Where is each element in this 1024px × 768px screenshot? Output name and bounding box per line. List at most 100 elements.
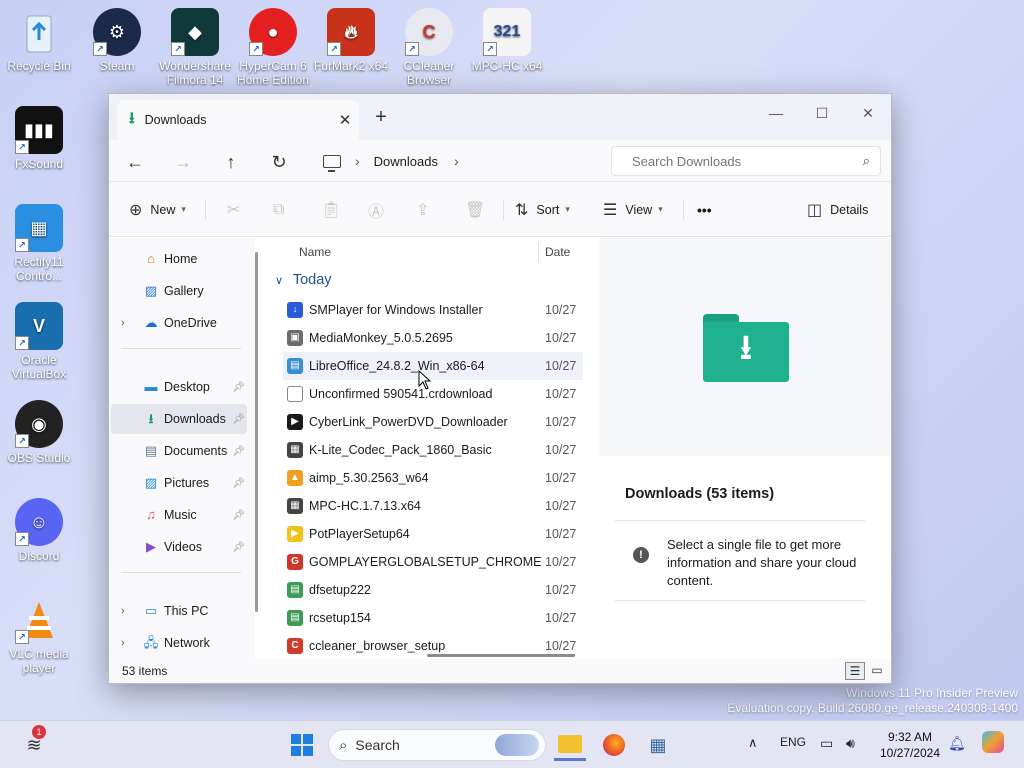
desktop-icon-obs[interactable]: ◉ ↗ OBS Studio [0,400,78,465]
breadcrumb-downloads[interactable]: Downloads [374,154,438,169]
file-row[interactable]: ▣ MediaMonkey_5.0.5.2695 10/27 [283,324,583,352]
desktop-icon-recycle-bin[interactable]: Recycle Bin [0,8,78,73]
tab-close-button[interactable]: ✕ [331,111,359,129]
nav-item-home[interactable]: ⌂ Home [111,244,247,274]
paste-button[interactable]: 📋︎ [321,182,341,237]
nav-scrollbar[interactable] [255,252,258,612]
chevron-right-icon[interactable]: › [121,605,125,617]
column-divider[interactable] [538,242,539,262]
close-button[interactable]: ✕ [845,98,891,128]
desktop-icon-furmark[interactable]: 🔥︎ ↗ FurMark2 x64 [312,8,390,73]
nav-item-documents[interactable]: ▤ Documents 📌︎ [111,436,247,466]
desktop-icon-vlc[interactable]: ↗ VLC media player [0,596,78,675]
horizontal-scrollbar[interactable] [427,654,575,657]
file-row[interactable]: ▦ K-Lite_Codec_Pack_1860_Basic 10/27 [283,436,583,464]
start-button[interactable] [286,729,318,761]
nav-item-desktop[interactable]: ▬ Desktop 📌︎ [111,372,247,402]
file-row[interactable]: ▶ CyberLink_PowerDVD_Downloader 10/27 [283,408,583,436]
column-name[interactable]: Name [299,245,331,259]
pin-icon: 📌︎ [232,381,245,393]
up-button[interactable]: ↑ [217,149,245,175]
desktop-icon-discord[interactable]: ☺ ↗ Discord [0,498,78,563]
file-row[interactable]: G GOMPLAYERGLOBALSETUP_CHROME 10/27 [283,548,583,576]
breadcrumb[interactable]: › Downloads › [313,146,603,176]
discord-icon: ☺ ↗ [15,498,63,546]
divider [121,572,241,573]
desktop-icon-virtualbox[interactable]: V ↗ Oracle VirtualBox [0,302,78,381]
desktop-icon-label: Rectify11 Contro... [14,255,64,283]
taskbar-search[interactable]: ⌕ Search [328,729,546,761]
search-box[interactable]: ⌕ [611,146,881,176]
clock[interactable]: 9:32 AM 10/27/2024 [876,729,944,761]
nav-item-downloads[interactable]: ⭳ Downloads 📌︎ [111,404,247,434]
file-row[interactable]: ▦ MPC-HC.1.7.13.x64 10/27 [283,492,583,520]
details-pane-button[interactable]: ◫ Details [807,182,868,237]
file-row[interactable]: ↓ SMPlayer for Windows Installer 10/27 [283,296,583,324]
nav-item-pictures[interactable]: ▨ Pictures 📌︎ [111,468,247,498]
nav-item-this-pc[interactable]: › ▭ This PC [111,596,247,626]
show-hidden-icons-button[interactable]: ∧ [748,735,758,751]
info-icon: ! [633,547,649,563]
column-date[interactable]: Date [545,245,570,259]
details-title: Downloads (53 items) [625,486,775,502]
file-row[interactable]: ▤ rcsetup154 10/27 [283,604,583,632]
nav-item-videos[interactable]: ▶ Videos 📌︎ [111,532,247,562]
steam-icon: ⚙ ↗ [93,8,141,56]
file-row[interactable]: Unconfirmed 590541.crdownload 10/27 [283,380,583,408]
volume-icon[interactable]: 🔊︎ [846,735,855,752]
desktop-icon-mpc-hc[interactable]: 321 ↗ MPC-HC x64 [468,8,546,73]
chevron-right-icon[interactable]: › [121,317,125,329]
taskbar-firefox[interactable] [598,729,630,761]
details-view-button[interactable]: ☰ [845,662,865,680]
forward-button[interactable]: → [169,149,197,175]
nav-item-onedrive[interactable]: › ☁ OneDrive [111,308,247,338]
cut-button[interactable]: ✂ [227,182,240,237]
file-row[interactable]: ▤ dfsetup222 10/27 [283,576,583,604]
explorer-body: ⌂ Home ▨ Gallery › ☁ OneDrive ▬ Desktop … [109,238,891,683]
new-button[interactable]: ⊕ New ▾ [129,182,186,237]
desktop-icon-fxsound[interactable]: ▮▮▮ ↗ FxSound [0,106,78,171]
tab-downloads[interactable]: ⭳ Downloads ✕ [117,100,359,140]
desktop-icon-hypercam[interactable]: ● ↗ HyperCam 6 Home Edition [234,8,312,87]
taskbar-file-explorer[interactable] [554,729,586,761]
file-name: LibreOffice_24.8.2_Win_x86-64 [309,359,485,373]
desktop-icon-ccleaner-browser[interactable]: C ↗ CCleaner Browser [390,8,468,87]
language-indicator[interactable]: ENG [780,735,806,749]
rename-button[interactable]: Ⓐ [368,182,384,237]
minimize-button[interactable]: — [753,98,799,128]
desktop-icon-filmora[interactable]: ◆ ↗ Wondershare Filmora 14 [156,8,234,87]
copilot-icon[interactable] [982,731,1004,753]
file-name: rcsetup154 [309,611,371,625]
chevron-right-icon[interactable]: › [121,637,125,649]
file-row[interactable]: ▲ aimp_5.30.2563_w64 10/27 [283,464,583,492]
file-row[interactable]: ▶ PotPlayerSetup64 10/27 [283,520,583,548]
nav-item-network[interactable]: › 🖧 Network [111,628,247,658]
back-button[interactable]: ← [121,149,149,175]
file-explorer-window: ⭳ Downloads ✕ + — ☐ ✕ ← → ↑ ↻ › Download… [108,93,892,684]
refresh-button[interactable]: ↻ [265,149,293,175]
desktop-icon-steam[interactable]: ⚙ ↗ Steam [78,8,156,73]
taskbar-app[interactable]: ▦ [642,729,674,761]
tiles-view-button[interactable]: ▭ [867,662,887,680]
file-row[interactable]: ▤ LibreOffice_24.8.2_Win_x86-64 10/27 [283,352,583,380]
share-button[interactable]: ⇪ [416,182,429,237]
notification-bell-icon[interactable]: 🔔︎ [948,735,966,752]
more-options-button[interactable]: ••• [697,182,712,237]
new-tab-button[interactable]: + [371,107,391,127]
network-icon[interactable]: ▭ [820,735,833,752]
widgets-button[interactable]: ≋ 1 [18,725,50,761]
copy-button[interactable]: ⧉ [273,182,284,237]
maximize-button[interactable]: ☐ [799,98,845,128]
desktop-folder-icon: ▬ [144,379,158,394]
file-icon: C [287,638,303,654]
desktop-icon-rectify11[interactable]: ▦ ↗ Rectify11 Contro... [0,204,78,283]
group-header-today[interactable]: ∨ Today [275,272,332,288]
nav-item-music[interactable]: ♫ Music 📌︎ [111,500,247,530]
search-input[interactable] [632,153,863,169]
view-button[interactable]: ☰ View ▾ [603,182,663,237]
taskbar-search-label: Search [355,737,400,753]
sort-button[interactable]: ⇅ Sort ▾ [515,182,570,237]
delete-button[interactable]: 🗑︎ [465,182,485,237]
nav-item-gallery[interactable]: ▨ Gallery [111,276,247,306]
chevron-right-icon[interactable]: › [454,153,459,169]
